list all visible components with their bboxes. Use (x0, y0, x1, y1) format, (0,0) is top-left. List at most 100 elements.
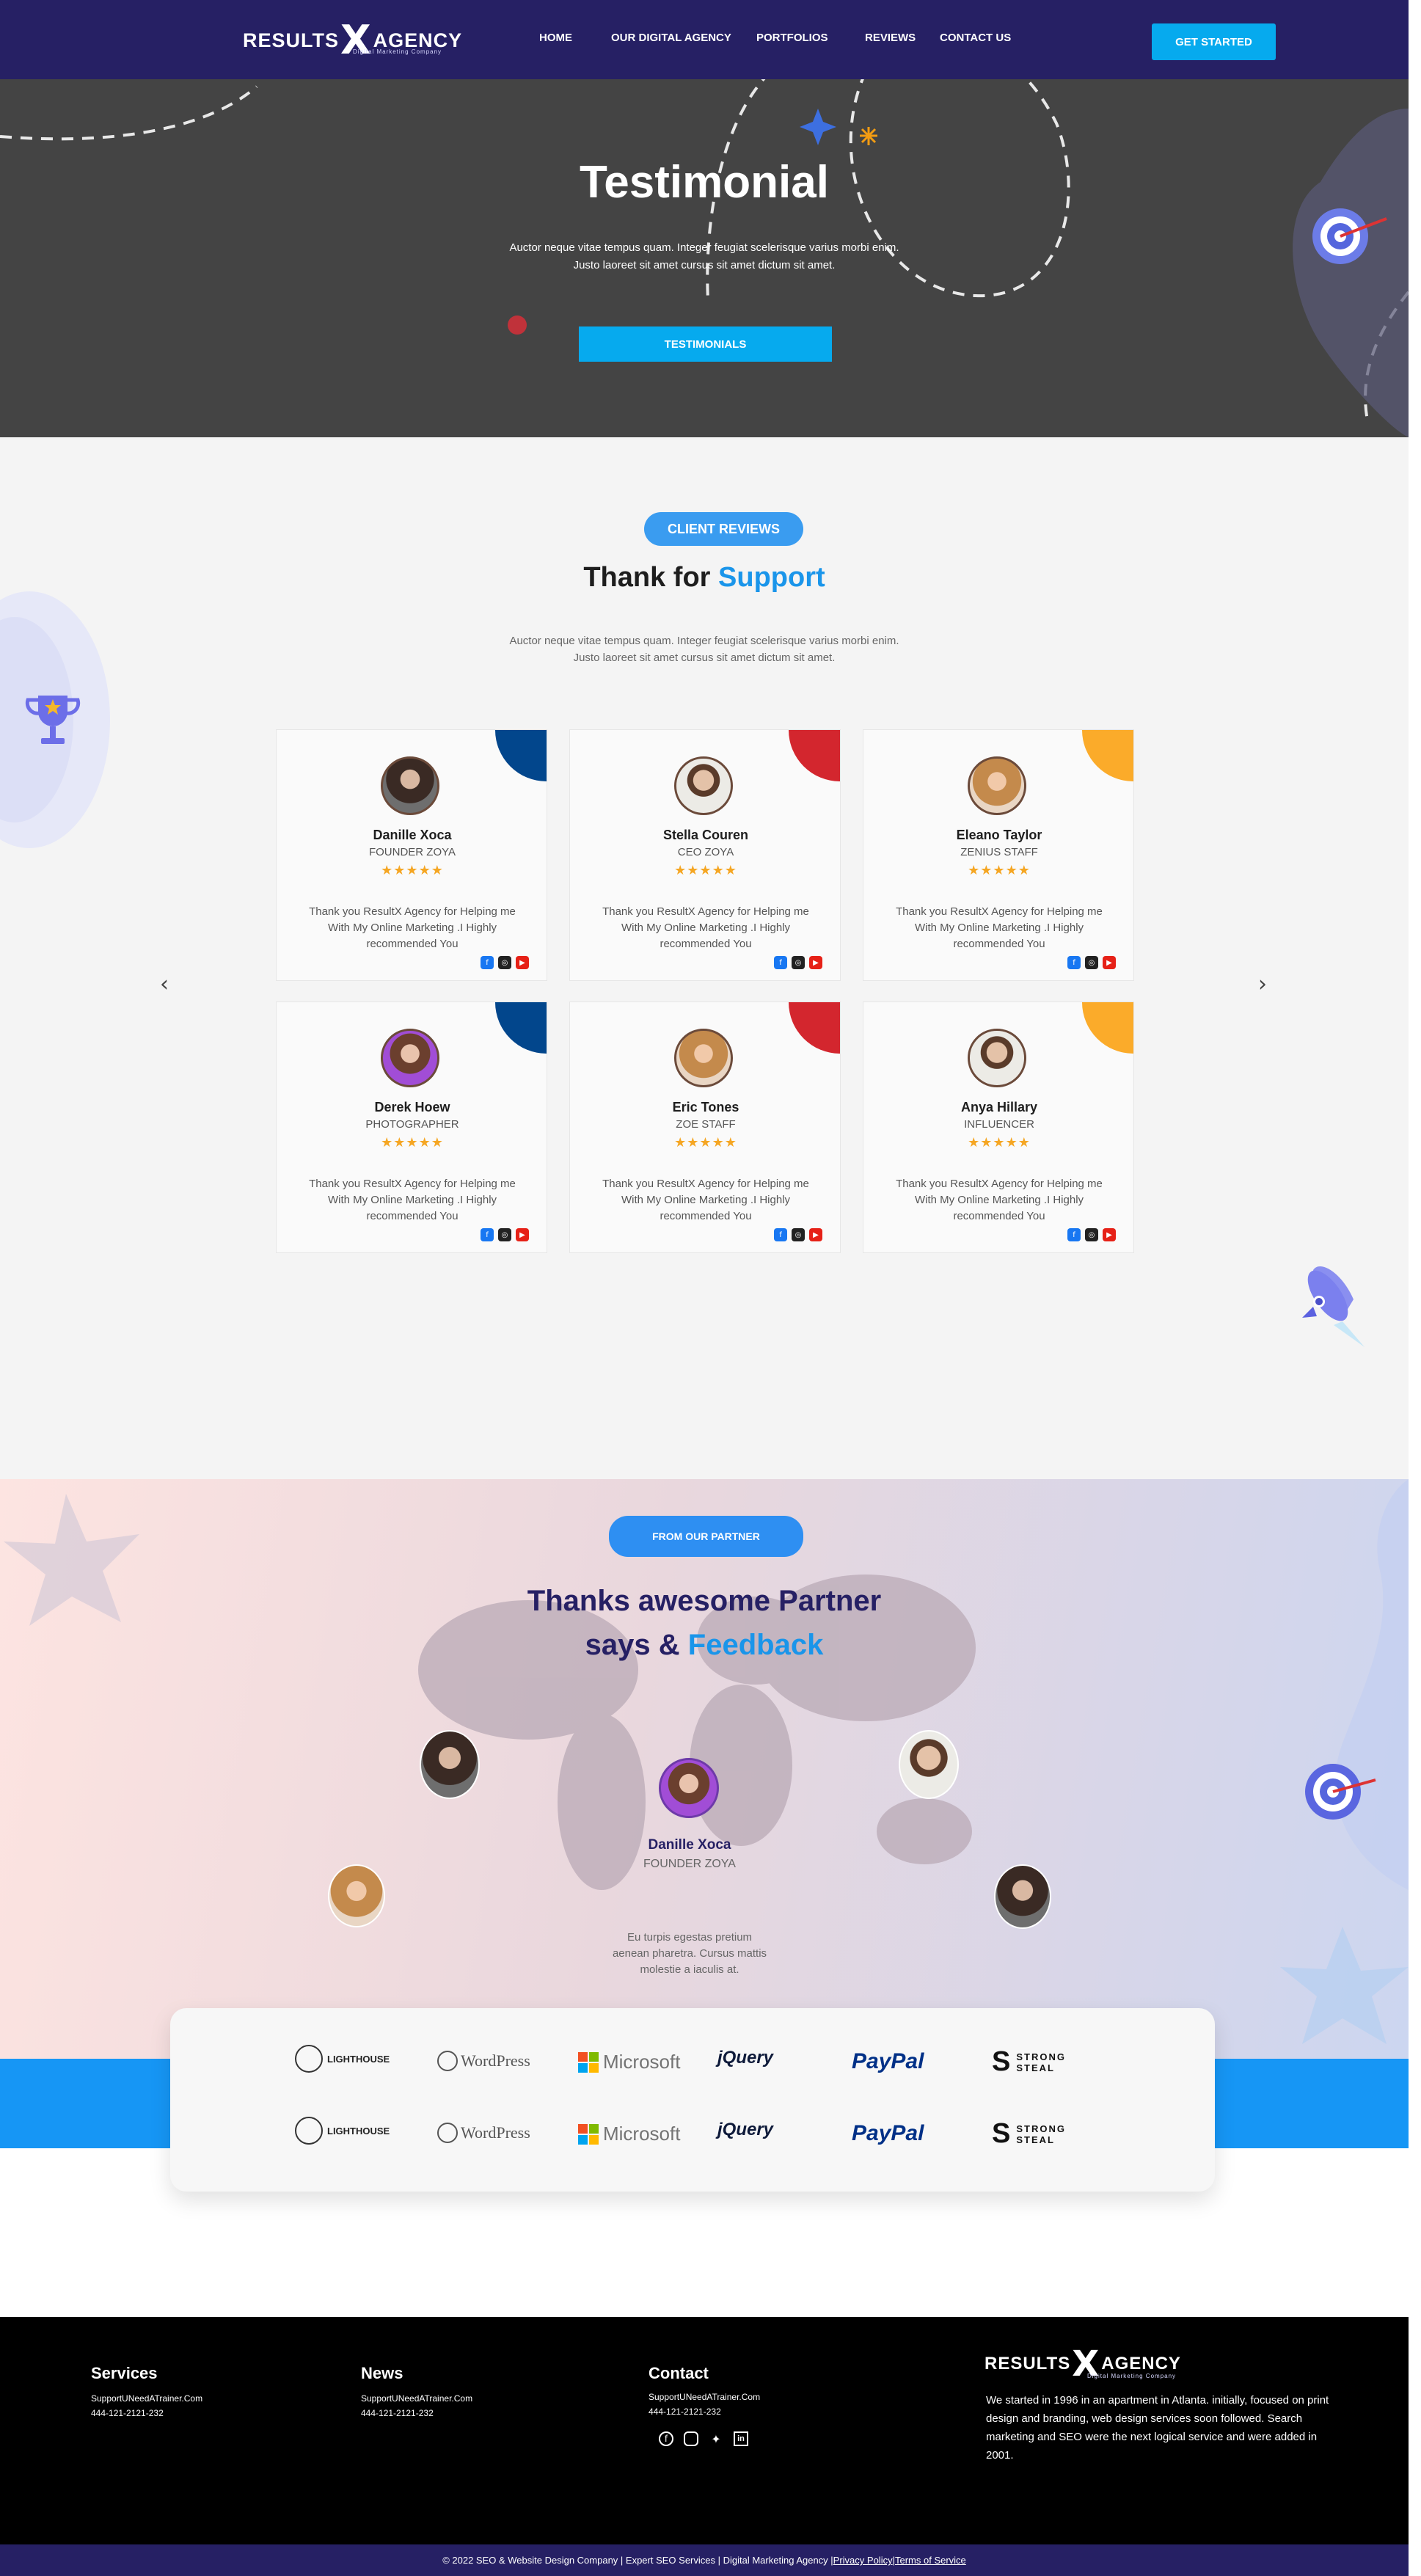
partner-avatar[interactable] (899, 1730, 959, 1799)
lighthouse-logo: LIGHTHOUSE (295, 2117, 390, 2145)
rating-stars-icon: ★★★★★ (968, 863, 1031, 878)
testimonials-button[interactable]: TESTIMONIALS (579, 326, 832, 362)
nav-contact-us[interactable]: CONTACT US (940, 32, 1011, 44)
partner-avatar[interactable] (994, 1864, 1051, 1929)
review-text: Thank you ResultX Agency for Helping me … (309, 1178, 516, 1222)
facebook-icon[interactable]: f (774, 956, 787, 969)
facebook-icon[interactable]: f (481, 956, 494, 969)
lighthouse-icon (295, 2045, 323, 2073)
footer-logo-tagline: Digital Marketing Company (1087, 2373, 1177, 2379)
review-card: Eleano Taylor ZENIUS STAFF ★★★★★ Thank y… (863, 729, 1134, 981)
nav-reviews[interactable]: REVIEWS (865, 32, 916, 44)
lighthouse-logo: LIGHTHOUSE (295, 2045, 390, 2073)
instagram-icon[interactable]: ◎ (1085, 956, 1098, 969)
instagram-icon[interactable] (684, 2431, 698, 2446)
footer-services-email[interactable]: SupportUNeedATrainer.Com (91, 2393, 202, 2404)
hero-desc-line-2: Justo laoreet sit amet cursus sit amet d… (573, 259, 836, 271)
footer-news-title: News (361, 2364, 403, 2382)
footer-about-text: We started in 1996 in an apartment in At… (986, 2394, 1329, 2462)
reviewer-role: INFLUENCER (964, 1118, 1034, 1131)
instagram-icon[interactable]: ◎ (1085, 1228, 1098, 1241)
hero-section: Testimonial Auctor neque vitae tempus qu… (0, 79, 1409, 437)
get-started-button[interactable]: GET STARTED (1152, 23, 1276, 60)
footer-agency-logo[interactable]: RESULTS X AGENCY Digital Marketing Compa… (985, 2346, 1181, 2382)
review-card: Eric Tones ZOE STAFF ★★★★★ Thank you Res… (569, 1001, 841, 1253)
instagram-icon[interactable]: ◎ (498, 1228, 511, 1241)
reviewer-name: Eleano Taylor (956, 828, 1042, 842)
partner-badge: FROM OUR PARTNER (609, 1516, 803, 1557)
youtube-icon[interactable]: ▶ (516, 1228, 529, 1241)
footer-contact-phone[interactable]: 444-121-2121-232 (649, 2407, 721, 2417)
agency-logo[interactable]: RESULTS X AGENCY Digital Marketing Compa… (243, 21, 462, 60)
social-links: f ◎ ▶ (481, 956, 529, 969)
partner-quote-line-3: molestie a iaculis at. (640, 1963, 739, 1976)
instagram-icon[interactable]: ◎ (498, 956, 511, 969)
avatar (674, 1029, 733, 1087)
partner-title-plain: says & (585, 1629, 688, 1661)
featured-partner-name: Danille Xoca (648, 1837, 731, 1853)
facebook-icon[interactable]: f (1067, 956, 1081, 969)
lighthouse-icon (295, 2117, 323, 2145)
footer-news-email[interactable]: SupportUNeedATrainer.Com (361, 2393, 472, 2404)
footer-services-title: Services (91, 2364, 158, 2382)
avatar (968, 756, 1026, 815)
rating-stars-icon: ★★★★★ (674, 863, 737, 878)
reviewer-role: ZENIUS STAFF (960, 846, 1038, 858)
next-arrow-icon[interactable]: › (1258, 971, 1267, 997)
review-card: Derek Hoew PHOTOGRAPHER ★★★★★ Thank you … (276, 1001, 547, 1253)
nav-home[interactable]: HOME (539, 32, 572, 44)
partner-avatar[interactable] (420, 1730, 480, 1799)
reviews-description: Auctor neque vitae tempus quam. Integer … (484, 632, 924, 666)
wordpress-label: WordPress (461, 2051, 530, 2070)
strong-label: STRONG (1016, 2051, 1066, 2062)
paypal-label: PayPal (852, 2049, 924, 2073)
youtube-icon[interactable]: ▶ (1103, 1228, 1116, 1241)
reviews-title: Thank for Support (0, 562, 1409, 594)
facebook-icon[interactable]: f (774, 1228, 787, 1241)
reviewer-role: PHOTOGRAPHER (365, 1118, 459, 1131)
rating-stars-icon: ★★★★★ (674, 1135, 737, 1150)
instagram-icon[interactable]: ◎ (792, 956, 805, 969)
partner-quote-line-2: aenean pharetra. Cursus mattis (612, 1947, 767, 1960)
youtube-icon[interactable]: ▶ (516, 956, 529, 969)
nav-our-digital-agency[interactable]: OUR DIGITAL AGENCY (611, 32, 731, 44)
linkedin-icon[interactable]: in (734, 2431, 748, 2446)
footer-news-phone[interactable]: 444-121-2121-232 (361, 2408, 434, 2418)
review-text: Thank you ResultX Agency for Helping me … (309, 905, 516, 950)
youtube-icon[interactable]: ▶ (1103, 956, 1116, 969)
privacy-policy-link[interactable]: Privacy Policy (833, 2555, 893, 2566)
avatar (674, 756, 733, 815)
strong-steal-label: STRONG STEAL (1016, 2051, 1066, 2073)
facebook-icon[interactable]: f (659, 2431, 673, 2446)
facebook-icon[interactable]: f (481, 1228, 494, 1241)
hero-title: Testimonial (580, 157, 829, 208)
footer-contact-email[interactable]: SupportUNeedATrainer.Com (649, 2392, 760, 2402)
reviewer-name: Derek Hoew (374, 1100, 450, 1114)
youtube-icon[interactable]: ▶ (809, 1228, 822, 1241)
instagram-icon[interactable]: ◎ (792, 1228, 805, 1241)
partner-avatar[interactable] (328, 1864, 385, 1927)
strong-steal-logo: S STRONG STEAL (992, 2118, 1066, 2150)
featured-partner-avatar[interactable] (659, 1758, 719, 1818)
footer-services-phone[interactable]: 444-121-2121-232 (91, 2408, 164, 2418)
nav-portfolios[interactable]: PORTFOLIOS (756, 32, 828, 44)
reviewer-role: ZOE STAFF (676, 1118, 736, 1131)
avatar (968, 1029, 1026, 1087)
facebook-icon[interactable]: f (1067, 1228, 1081, 1241)
twitter-icon[interactable]: ✦ (709, 2431, 723, 2446)
terms-of-service-link[interactable]: Terms of Service (895, 2555, 966, 2566)
review-text: Thank you ResultX Agency for Helping me … (896, 1178, 1103, 1222)
prev-arrow-icon[interactable]: ‹ (160, 971, 169, 997)
card-corner-shape (495, 1002, 547, 1054)
reviewer-name: Danille Xoca (373, 828, 452, 842)
card-corner-shape (1082, 1002, 1133, 1054)
youtube-icon[interactable]: ▶ (809, 956, 822, 969)
wordpress-label: WordPress (461, 2123, 530, 2142)
jquery-logo: jQuery (717, 2048, 773, 2068)
rating-stars-icon: ★★★★★ (968, 1135, 1031, 1150)
strong-steal-logo: S STRONG STEAL (992, 2046, 1066, 2078)
strong-steal-icon: S (992, 2118, 1011, 2149)
partner-title-accent: Feedback (687, 1629, 824, 1661)
social-links: f ◎ ▶ (774, 956, 822, 969)
partner-quote: Eu turpis egestas pretium aenean pharetr… (602, 1930, 778, 1978)
